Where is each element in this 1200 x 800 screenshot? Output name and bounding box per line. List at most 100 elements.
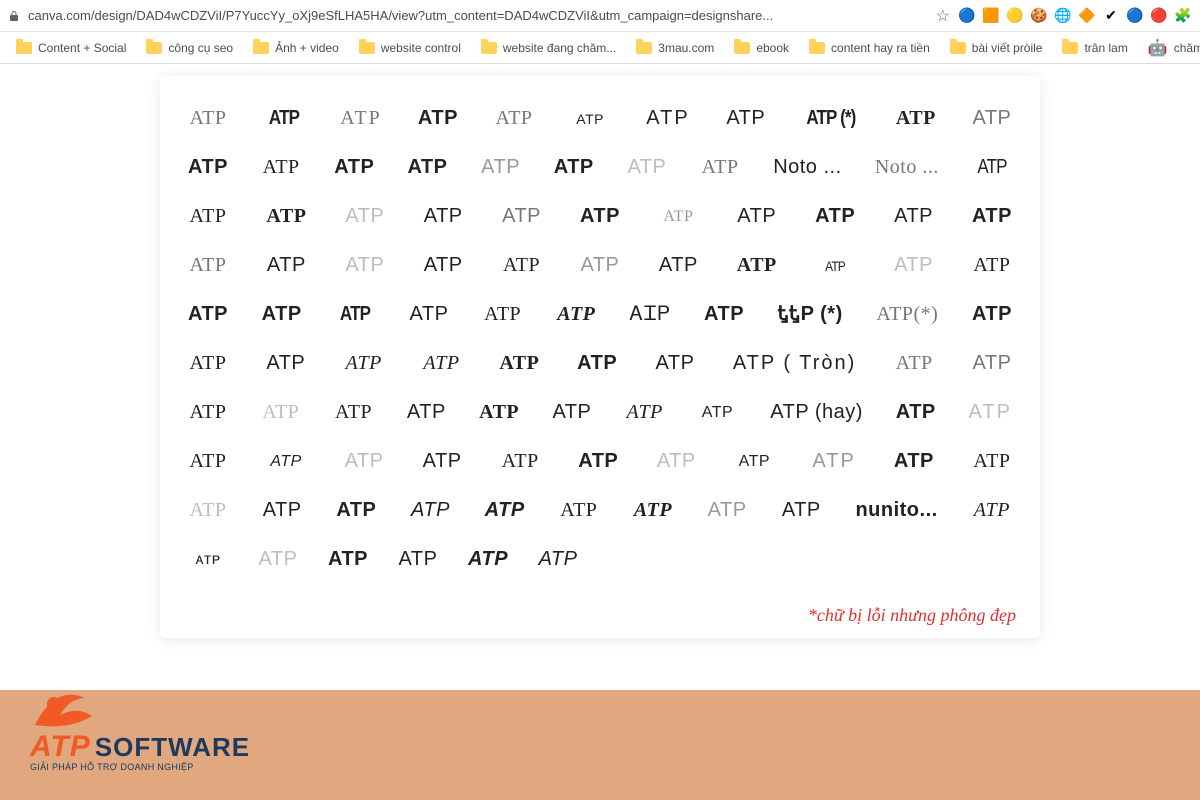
extensions-icon[interactable]: 🧩 bbox=[1174, 7, 1192, 25]
font-sample[interactable]: ATP bbox=[188, 205, 228, 228]
font-sample[interactable]: ATP bbox=[972, 107, 1012, 130]
font-sample[interactable]: ATP bbox=[421, 352, 461, 375]
font-sample[interactable]: ATP bbox=[188, 499, 228, 522]
font-sample[interactable]: ATP bbox=[894, 254, 934, 277]
font-sample[interactable]: ATP bbox=[896, 401, 936, 424]
font-sample[interactable]: ATP bbox=[969, 401, 1012, 424]
ext-5-icon[interactable]: 🌐 bbox=[1054, 7, 1072, 25]
font-sample[interactable]: ATP bbox=[188, 401, 228, 424]
font-sample[interactable]: ATP bbox=[896, 107, 936, 130]
font-sample[interactable]: ATP bbox=[258, 548, 298, 571]
bookmark-item[interactable]: bài viết pròile bbox=[942, 37, 1051, 59]
font-sample[interactable]: ATP bbox=[188, 352, 228, 375]
ext-1-icon[interactable]: 🔵 bbox=[958, 7, 976, 25]
font-sample[interactable]: ATP bbox=[262, 303, 302, 326]
font-sample[interactable]: ATP bbox=[972, 205, 1012, 228]
font-sample[interactable]: ATP bbox=[972, 499, 1012, 522]
font-sample[interactable]: ATP bbox=[398, 548, 438, 571]
font-sample[interactable]: ATP bbox=[580, 205, 620, 228]
font-sample[interactable]: ATP bbox=[656, 450, 696, 473]
font-sample[interactable]: ATP bbox=[406, 401, 446, 424]
ext-3-icon[interactable]: 🟡 bbox=[1006, 7, 1024, 25]
font-sample[interactable]: ATP bbox=[975, 156, 1009, 179]
url-text[interactable]: canva.com/design/DAD4wCDZViI/P7YuccYy_oX… bbox=[28, 8, 928, 23]
font-sample[interactable]: ATP bbox=[707, 499, 747, 522]
font-sample[interactable]: ATP bbox=[262, 499, 302, 522]
font-sample[interactable]: ATP bbox=[481, 156, 521, 179]
font-sample[interactable]: ATP bbox=[188, 156, 228, 179]
font-sample[interactable]: ATP bbox=[633, 499, 673, 522]
ext-9-icon[interactable]: 🔴 bbox=[1150, 7, 1168, 25]
ext-7-icon[interactable]: ✔ bbox=[1102, 7, 1120, 25]
font-sample[interactable]: ᎿᎿP (*) bbox=[778, 303, 843, 326]
bookmark-item[interactable]: Content + Social bbox=[8, 37, 134, 59]
bookmark-item[interactable]: ebook bbox=[726, 37, 797, 59]
font-sample[interactable]: ATP bbox=[344, 352, 384, 375]
font-sample[interactable]: ATP bbox=[894, 450, 934, 473]
bookmark-item[interactable]: trân lam bbox=[1054, 37, 1135, 59]
font-sample[interactable]: ATP bbox=[485, 499, 525, 522]
font-sample[interactable]: ATP bbox=[500, 450, 540, 473]
font-sample[interactable]: ATP bbox=[188, 450, 228, 473]
font-sample[interactable]: ATP bbox=[338, 303, 372, 326]
bookmark-item[interactable]: website đang chăm... bbox=[473, 37, 624, 59]
font-sample[interactable]: ATP bbox=[266, 352, 306, 375]
bookmark-item[interactable]: Ảnh + video bbox=[245, 37, 347, 59]
font-sample[interactable]: ATP bbox=[502, 205, 542, 228]
font-sample[interactable]: ATP(*) bbox=[876, 303, 938, 326]
font-sample[interactable]: ATP bbox=[655, 352, 695, 375]
font-sample[interactable]: ATP bbox=[422, 450, 462, 473]
font-sample[interactable]: ATP bbox=[345, 205, 385, 228]
font-sample[interactable]: ATP bbox=[972, 450, 1012, 473]
font-sample[interactable]: ATP bbox=[625, 401, 665, 424]
font-sample[interactable]: ATP bbox=[340, 107, 382, 130]
design-canvas[interactable]: ATP ATP ATP ATP ATP ATP ATP ATP ATP (*) ATP ATP ATP… bbox=[160, 76, 1040, 638]
font-sample[interactable]: ATP bbox=[188, 107, 228, 130]
font-sample[interactable]: ATP bbox=[972, 352, 1012, 375]
font-sample[interactable]: ATP bbox=[658, 208, 698, 226]
font-sample[interactable]: ATP bbox=[815, 205, 855, 228]
font-sample[interactable]: ATP bbox=[479, 401, 519, 424]
font-sample[interactable]: ATP bbox=[781, 499, 821, 522]
font-sample[interactable]: ATP bbox=[552, 401, 592, 424]
font-sample[interactable]: ATP bbox=[483, 303, 523, 326]
font-sample[interactable]: ATP (hay) bbox=[770, 401, 863, 424]
font-sample[interactable]: ATP bbox=[502, 254, 542, 277]
font-sample[interactable]: ATP bbox=[261, 156, 301, 179]
font-sample[interactable]: ATP bbox=[344, 450, 384, 473]
bookmark-item[interactable]: công cụ seo bbox=[138, 37, 241, 59]
font-sample[interactable]: ATP bbox=[627, 156, 667, 179]
font-sample[interactable]: ATP bbox=[266, 453, 306, 471]
font-sample[interactable]: ATP bbox=[704, 303, 744, 326]
font-sample[interactable]: ATP bbox=[410, 499, 450, 522]
font-sample[interactable]: ATP bbox=[494, 107, 534, 130]
font-sample[interactable]: ATP bbox=[972, 254, 1012, 277]
font-sample[interactable]: ATP bbox=[818, 258, 852, 274]
font-sample[interactable]: ATP bbox=[261, 401, 301, 424]
font-sample[interactable]: ATP bbox=[577, 352, 617, 375]
bookmark-star-icon[interactable]: ☆ bbox=[936, 6, 950, 26]
font-sample[interactable]: ATP bbox=[737, 205, 777, 228]
font-sample[interactable]: ATP bbox=[894, 352, 934, 375]
ext-6-icon[interactable]: 🔶 bbox=[1078, 7, 1096, 25]
font-sample[interactable]: ATP bbox=[700, 156, 740, 179]
font-sample[interactable]: ATP bbox=[407, 156, 447, 179]
font-sample[interactable]: ATP bbox=[538, 548, 578, 571]
font-sample[interactable]: ATP (*) bbox=[806, 107, 855, 130]
bookmark-item[interactable]: 3mau.com bbox=[628, 37, 722, 59]
font-sample[interactable]: ATP bbox=[267, 107, 301, 130]
font-sample[interactable]: ATP bbox=[328, 548, 368, 571]
ext-8-icon[interactable]: 🔵 bbox=[1126, 7, 1144, 25]
font-sample[interactable]: ᴀᴛᴩ bbox=[188, 551, 228, 569]
font-sample[interactable]: ATP bbox=[188, 303, 228, 326]
font-sample[interactable]: ATP bbox=[559, 499, 599, 522]
font-sample[interactable]: ATP bbox=[570, 111, 610, 127]
font-sample[interactable]: ATP ( Tròn) bbox=[733, 352, 857, 375]
font-sample[interactable]: ATP bbox=[726, 107, 766, 130]
font-sample[interactable]: ATP bbox=[972, 303, 1012, 326]
font-sample[interactable]: ATP bbox=[554, 156, 594, 179]
font-sample[interactable]: ATP bbox=[894, 205, 934, 228]
font-sample[interactable]: Noto ... bbox=[773, 156, 841, 179]
font-sample[interactable]: ATP bbox=[468, 548, 508, 571]
font-sample[interactable]: ATP bbox=[334, 156, 374, 179]
